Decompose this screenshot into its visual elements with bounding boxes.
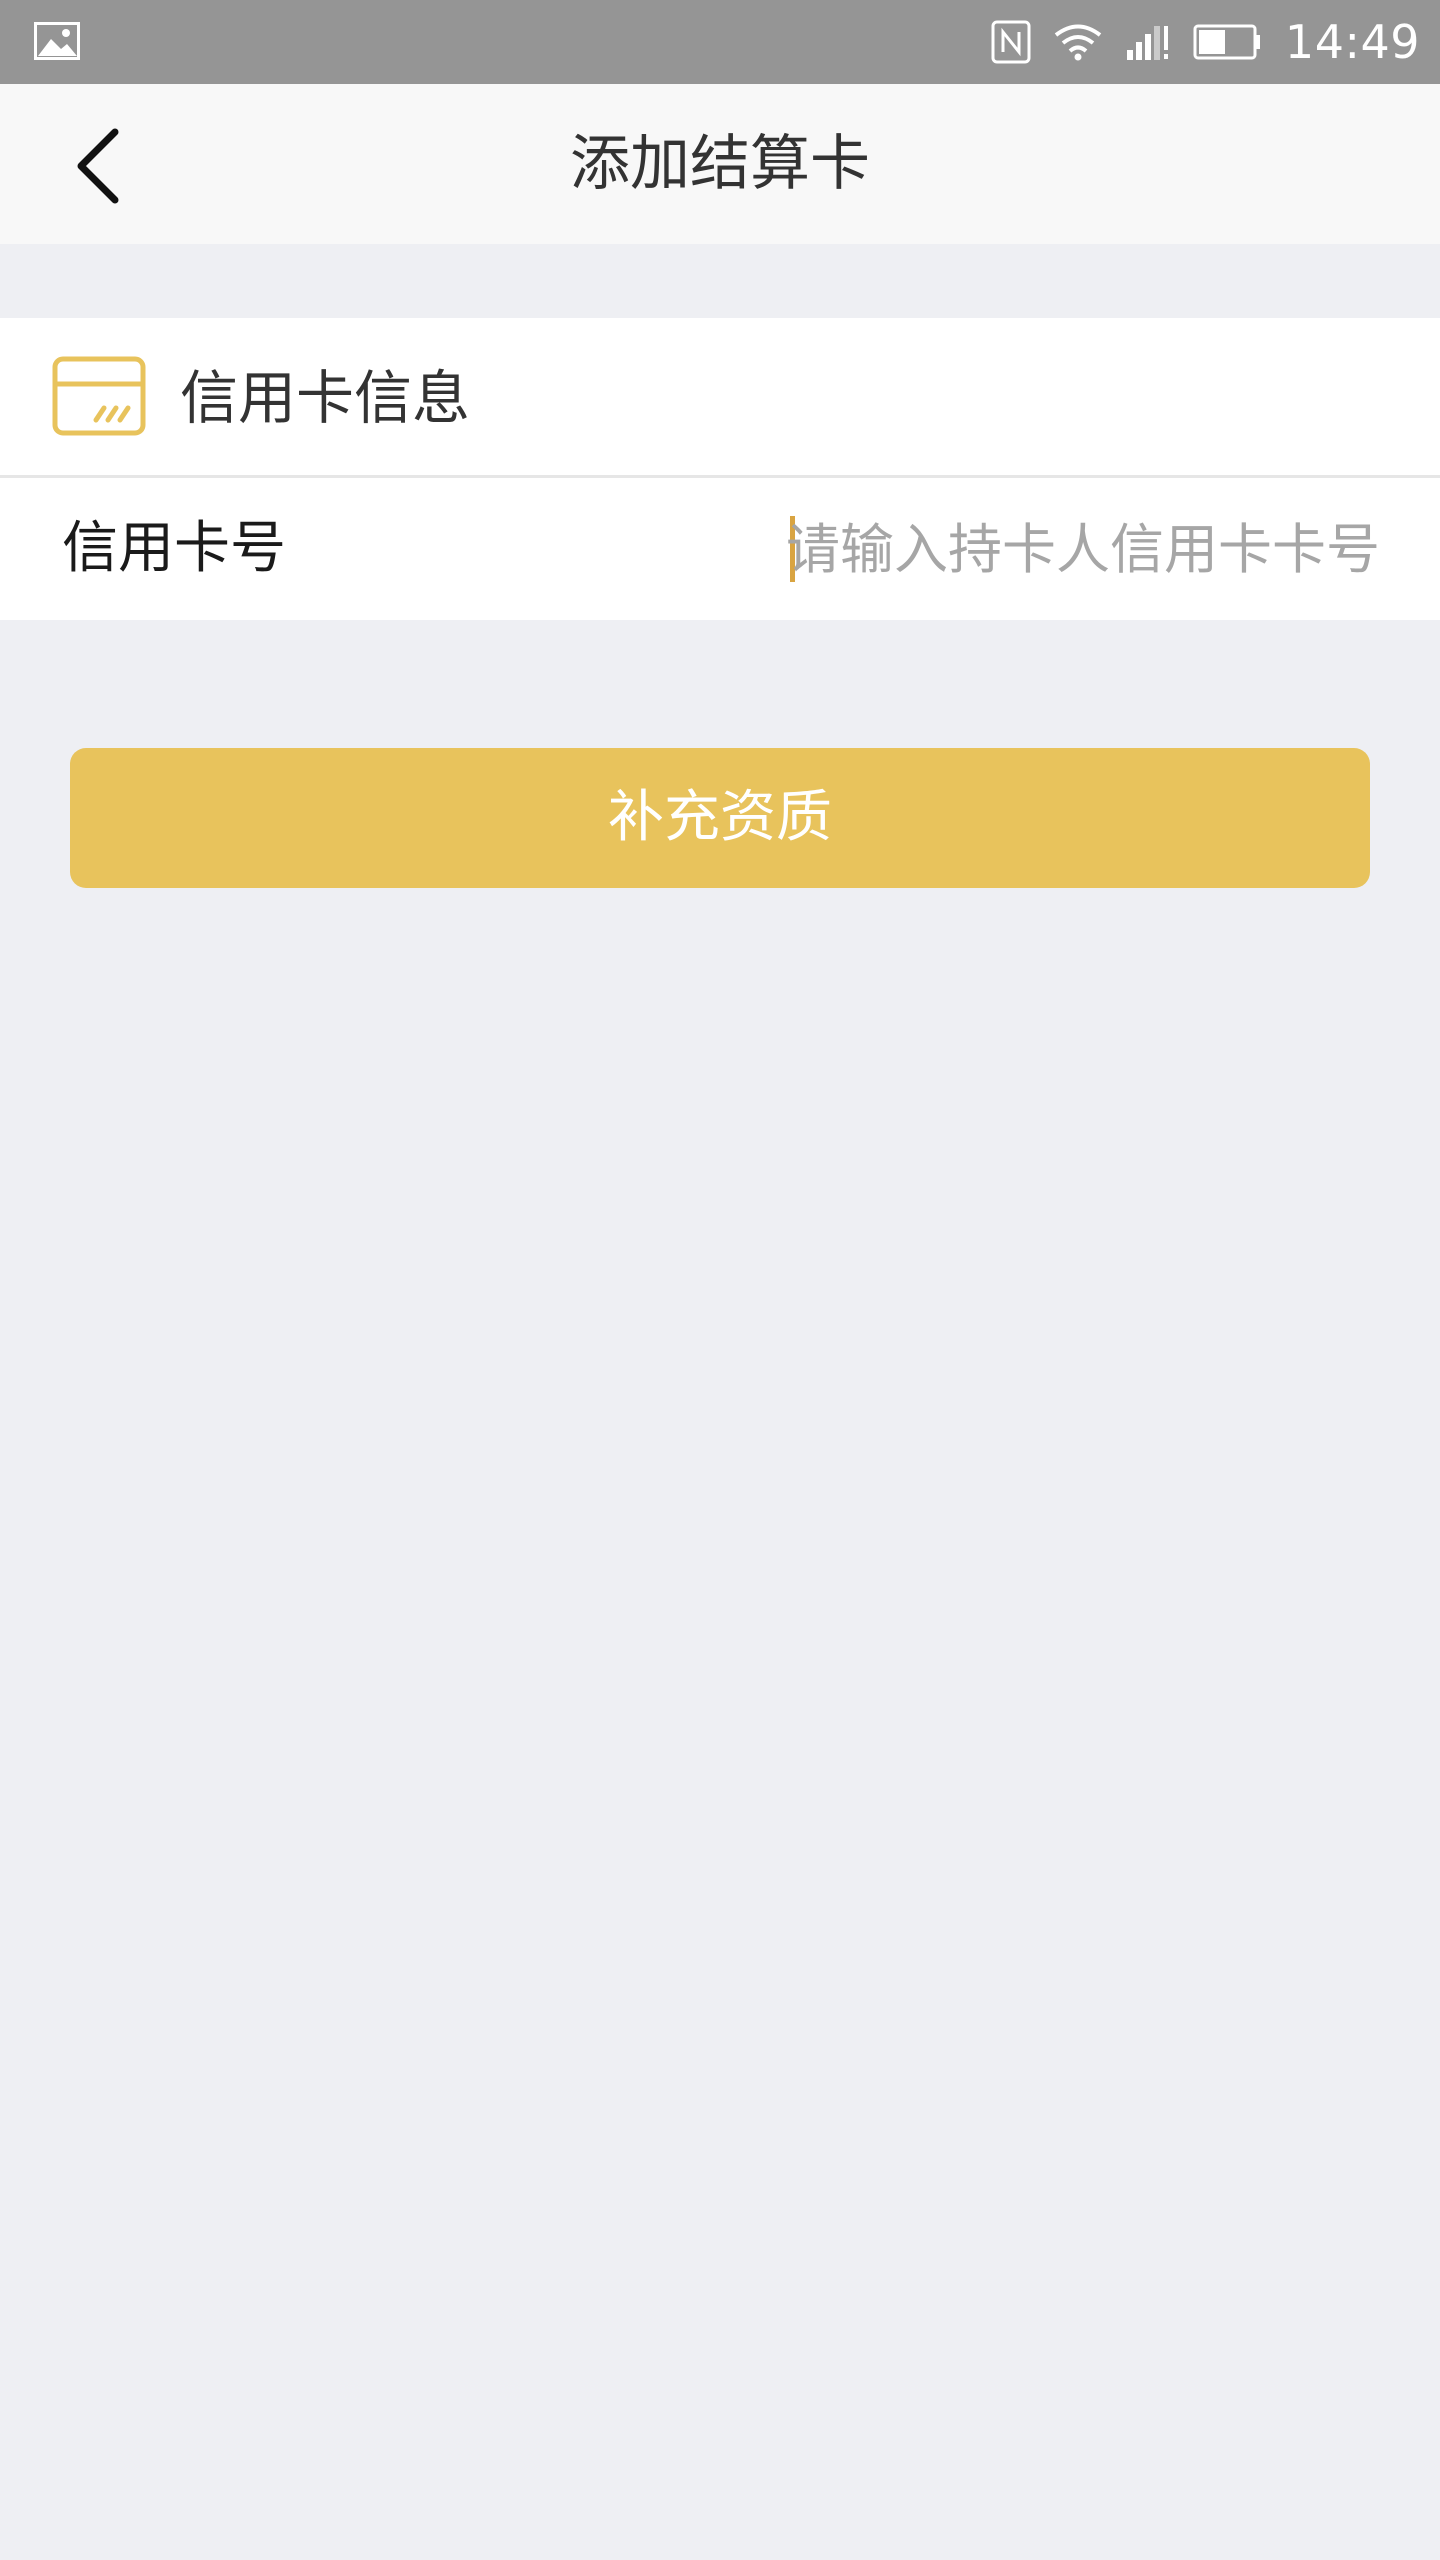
card-number-input[interactable] [780, 516, 1380, 582]
card-number-row: 信用卡号 [0, 478, 1440, 620]
battery-icon [1193, 24, 1260, 60]
wifi-icon [1054, 24, 1102, 61]
status-time: 14:49 [1284, 15, 1420, 69]
section-header: 信用卡信息 [0, 318, 1440, 478]
page-title: 添加结算卡 [570, 129, 870, 199]
section-title: 信用卡信息 [180, 364, 471, 432]
status-bar: 14:49 [0, 0, 1440, 84]
credit-card-icon [52, 356, 146, 436]
card-number-label: 信用卡号 [62, 516, 286, 581]
signal-icon [1126, 26, 1168, 60]
submit-qualification-button[interactable]: 补充资质 [70, 748, 1370, 888]
gallery-icon [34, 22, 80, 60]
nav-bar: 添加结算卡 [0, 84, 1440, 244]
nfc-icon [991, 20, 1031, 64]
